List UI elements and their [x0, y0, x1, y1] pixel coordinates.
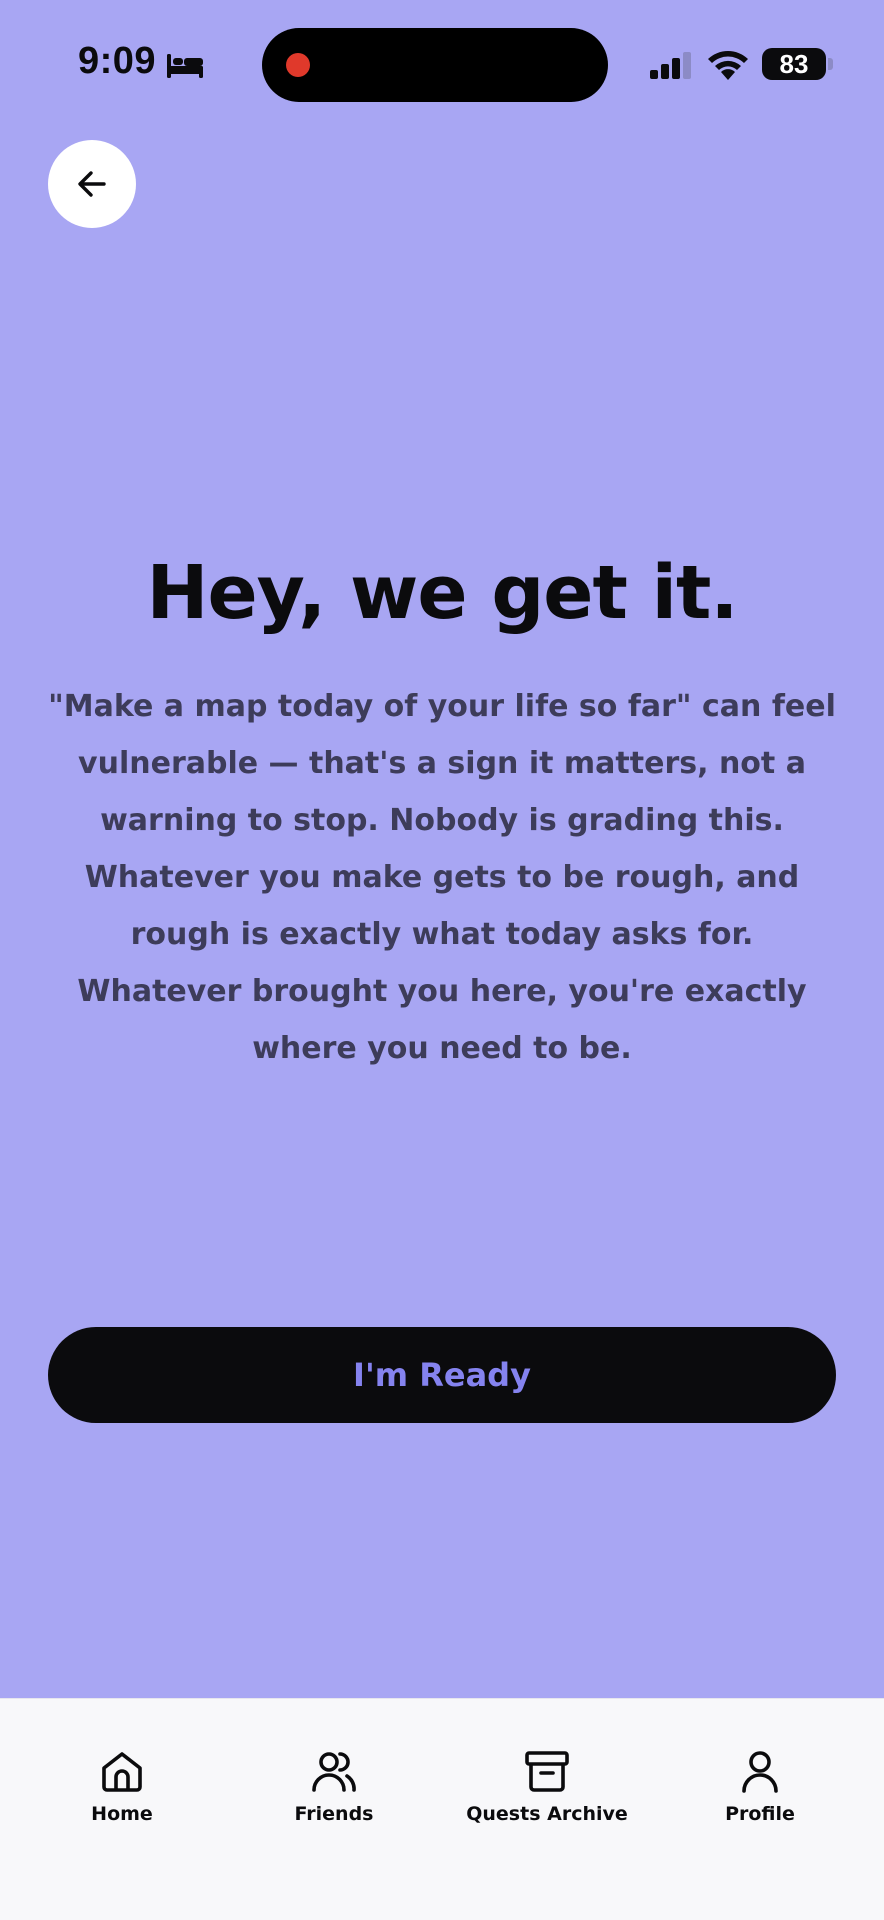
wifi-icon — [708, 51, 748, 80]
tab-label: Home — [91, 1803, 153, 1825]
back-button[interactable] — [48, 140, 136, 228]
tab-bar: Home Friends Quests Archive Profile — [0, 1698, 884, 1920]
intro-paragraph: "Make a map today of your life so far" c… — [48, 689, 836, 1066]
screen: 9:09 83 Hey, we get it. "Make a map toda… — [0, 0, 884, 1920]
status-time: 9:09 — [78, 40, 157, 82]
dynamic-island — [262, 28, 608, 102]
ready-button[interactable]: I'm Ready — [48, 1327, 836, 1423]
tab-quests-archive[interactable]: Quests Archive — [447, 1747, 647, 1837]
bed-icon — [167, 54, 203, 78]
arrow-left-icon — [78, 171, 106, 197]
friends-icon — [312, 1752, 356, 1792]
battery-cap — [828, 58, 833, 70]
tab-label: Quests Archive — [466, 1803, 628, 1825]
archive-icon — [525, 1751, 569, 1792]
recording-indicator — [286, 53, 310, 77]
status-bar: 9:09 83 — [0, 0, 884, 120]
battery-icon: 83 — [762, 48, 826, 80]
tab-label: Friends — [294, 1803, 374, 1825]
home-icon — [102, 1752, 142, 1792]
page-title: Hey, we get it. — [146, 550, 739, 636]
profile-icon — [742, 1751, 778, 1793]
signal-icon — [650, 52, 691, 79]
tab-profile[interactable]: Profile — [660, 1747, 860, 1837]
tab-label: Profile — [725, 1803, 795, 1825]
tab-home[interactable]: Home — [22, 1747, 222, 1837]
tab-friends[interactable]: Friends — [234, 1747, 434, 1837]
